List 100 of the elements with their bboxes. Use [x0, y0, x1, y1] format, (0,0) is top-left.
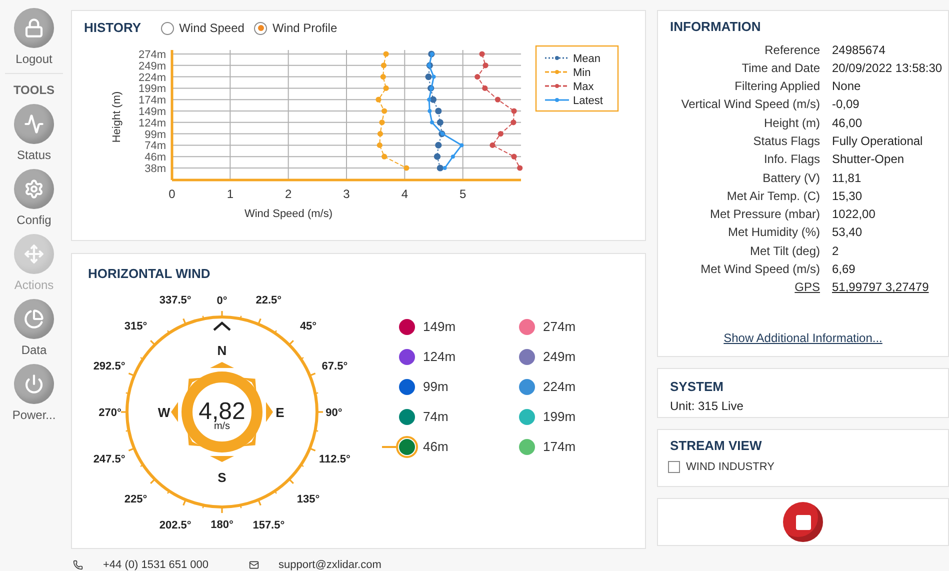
field-value: 1022,00	[832, 206, 876, 222]
field-value: 20/09/2022 13:58:30	[832, 60, 942, 76]
cardinal-label: N	[217, 343, 227, 358]
cardinal-label: S	[218, 470, 226, 485]
field-label: Met Wind Speed (m/s)	[700, 261, 820, 278]
axis-tick-label: 38m	[144, 163, 166, 175]
sidebar-button[interactable]: Config	[14, 169, 54, 232]
radio-button[interactable]	[254, 22, 268, 34]
axis-tick-label: 99m	[144, 128, 166, 141]
data-point	[494, 96, 501, 102]
data-point	[376, 96, 382, 102]
degree-label: 45°	[300, 320, 317, 333]
phone-number: +44 (0) 1531 651 000	[103, 558, 209, 571]
data-point	[436, 119, 444, 126]
data-point	[482, 62, 488, 68]
data-point	[382, 154, 388, 160]
axis-tick-label: 4	[401, 187, 408, 201]
panel-title: SYSTEM	[670, 378, 724, 396]
axis-tick-label: 46m	[144, 152, 166, 164]
axis-tick-label: 1	[226, 187, 234, 201]
degree-label: 135°	[296, 493, 320, 506]
data-point	[482, 85, 488, 91]
pulse-icon	[24, 114, 44, 134]
degree-label: 22.5°	[256, 294, 282, 306]
data-point	[511, 108, 517, 114]
field-value: 6,69	[832, 261, 856, 278]
speed-unit: m/s	[214, 421, 230, 432]
cardinal-label: W	[158, 405, 170, 420]
legend-label: Max	[573, 81, 594, 93]
field-label: Met Air Temp. (C)	[726, 188, 820, 204]
pie-chart-icon	[24, 309, 44, 329]
field-value: -0,09	[832, 96, 860, 113]
axis-tick-label: 199m	[138, 83, 166, 96]
axis-tick-label: 149m	[138, 106, 166, 118]
axis-tick-label: 249m	[138, 60, 166, 72]
field-label: Reference	[764, 42, 820, 58]
field-value: 2	[832, 242, 840, 260]
data-point	[376, 142, 382, 148]
phone-icon	[73, 560, 83, 570]
lock-icon	[24, 18, 44, 38]
email-icon	[248, 560, 259, 570]
field-value: 46,00	[832, 114, 864, 131]
checkbox[interactable]	[668, 460, 680, 473]
legend-label: Mean	[573, 53, 601, 65]
data-point	[430, 120, 434, 124]
sidebar-button[interactable]: Logout	[14, 8, 54, 71]
field-label: Filtering Applied	[734, 78, 820, 94]
data-point	[380, 74, 386, 80]
field-value: 15,30	[832, 188, 864, 204]
axis-tick-label: 274m	[138, 49, 166, 61]
axis-tick-label: 0	[168, 187, 176, 201]
radio-option[interactable]: Wind Speed	[161, 19, 244, 37]
data-point	[377, 131, 384, 137]
sidebar-button[interactable]: Power...	[12, 364, 56, 427]
field-value: None	[832, 78, 862, 94]
legend-label: Min	[573, 67, 591, 79]
degree-label: 67.5°	[322, 360, 348, 372]
stop-button[interactable]	[783, 502, 823, 542]
axis-title: Height (m)	[111, 91, 123, 143]
data-point	[498, 131, 504, 137]
chevron-up-icon	[213, 322, 231, 331]
data-point	[450, 154, 455, 159]
panel-title: INFORMATION	[670, 18, 762, 36]
field-label: Info. Flags	[762, 151, 820, 168]
value-link[interactable]: 51,99797 3,27479	[832, 279, 942, 296]
field-value: 11,81	[832, 170, 862, 186]
degree-label: 247.5°	[93, 454, 126, 466]
degree-label: 292.5°	[93, 360, 126, 372]
data-point	[460, 143, 464, 148]
degree-label: 157.5°	[252, 520, 285, 532]
panel-title: STREAM VIEW	[670, 437, 763, 455]
field-label: Met Humidity (%)	[726, 224, 820, 241]
radio-button[interactable]	[161, 22, 174, 34]
data-point	[517, 165, 523, 171]
radio-option[interactable]: Wind Profile	[254, 19, 338, 37]
more-info-link[interactable]: Show Additional Information...	[724, 331, 882, 345]
legend-label: Latest	[573, 95, 603, 107]
data-point	[511, 154, 517, 160]
data-point	[404, 165, 410, 171]
degree-label: 90°	[326, 407, 342, 419]
degree-label: 180°	[210, 519, 234, 531]
checkbox-option[interactable]: WIND INDUSTRY	[668, 458, 936, 475]
data-point	[479, 51, 485, 57]
data-point	[380, 62, 387, 68]
field-value: Fully Operational	[832, 132, 924, 150]
axis-tick-label: 2	[285, 187, 292, 201]
axis-tick-label: 224m	[138, 72, 166, 84]
settings-icon	[24, 179, 44, 199]
field-label: Met Tilt (deg)	[748, 242, 820, 260]
power-icon	[24, 374, 44, 394]
panel-title: HORIZONTAL WIND	[88, 266, 210, 281]
sidebar-button[interactable]: Status	[14, 104, 54, 167]
degree-label: 0°	[216, 295, 228, 307]
axis-title: Wind Speed (m/s)	[244, 208, 333, 220]
axis-tick-label: 174m	[138, 94, 166, 107]
field-link[interactable]: GPS	[670, 279, 820, 296]
field-label: Battery (V)	[762, 170, 820, 186]
sidebar-button[interactable]: Data	[14, 299, 54, 362]
data-point	[435, 142, 442, 148]
degree-label: 225°	[124, 493, 148, 506]
